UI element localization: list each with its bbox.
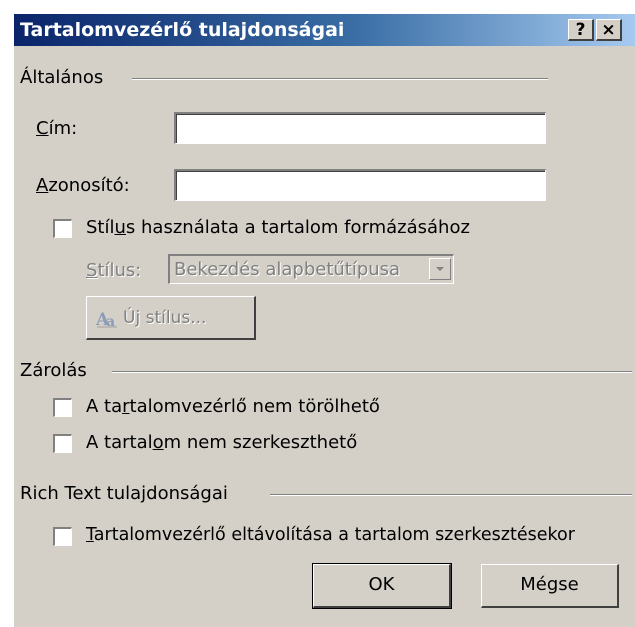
locking-group-label: Zárolás <box>20 360 87 381</box>
no-edit-label[interactable]: A tartalom nem szerkeszthető <box>86 432 357 453</box>
rich-text-group-label: Rich Text tulajdonságai <box>20 483 228 504</box>
properties-dialog: Tartalomvezérlő tulajdonságai ? × Általá… <box>14 14 635 627</box>
rich-text-group-separator <box>270 494 632 496</box>
remove-control-label[interactable]: Tartalomvezérlő eltávolítása a tartalom … <box>86 525 575 545</box>
general-group-label: Általános <box>20 67 104 88</box>
close-button[interactable]: × <box>596 19 622 41</box>
title-input[interactable] <box>174 112 546 144</box>
title-label: Cím: <box>36 118 78 139</box>
help-button[interactable]: ? <box>568 19 594 41</box>
close-icon: × <box>601 20 616 40</box>
no-delete-checkbox[interactable] <box>53 398 72 417</box>
use-style-label[interactable]: Stílus használata a tartalom formázásáho… <box>86 217 470 238</box>
general-group-separator <box>132 78 548 80</box>
chevron-down-icon <box>436 267 444 271</box>
dropdown-button[interactable] <box>429 258 451 280</box>
help-icon: ? <box>575 20 586 40</box>
dialog-title: Tartalomvezérlő tulajdonságai <box>20 19 345 41</box>
style-select[interactable]: Bekezdés alapbetűtípusa <box>168 254 454 284</box>
style-label: Stílus: <box>86 260 142 281</box>
new-style-button[interactable]: A a Új stílus... <box>86 296 256 340</box>
title-bar[interactable]: Tartalomvezérlő tulajdonságai ? × <box>14 14 635 46</box>
locking-group-separator <box>112 371 632 373</box>
ok-button[interactable]: OK <box>312 563 452 609</box>
use-style-checkbox[interactable] <box>53 219 72 238</box>
tag-input[interactable] <box>174 169 546 201</box>
new-style-icon: A a <box>95 310 117 329</box>
remove-control-checkbox[interactable] <box>53 527 72 546</box>
cancel-button[interactable]: Mégse <box>481 564 619 608</box>
style-select-value: Bekezdés alapbetűtípusa <box>174 259 401 280</box>
tag-label: Azonosító: <box>36 175 130 196</box>
no-edit-checkbox[interactable] <box>53 434 72 453</box>
new-style-label: Új stílus... <box>123 308 207 328</box>
no-delete-label[interactable]: A tartalomvezérlő nem törölhető <box>86 396 380 417</box>
